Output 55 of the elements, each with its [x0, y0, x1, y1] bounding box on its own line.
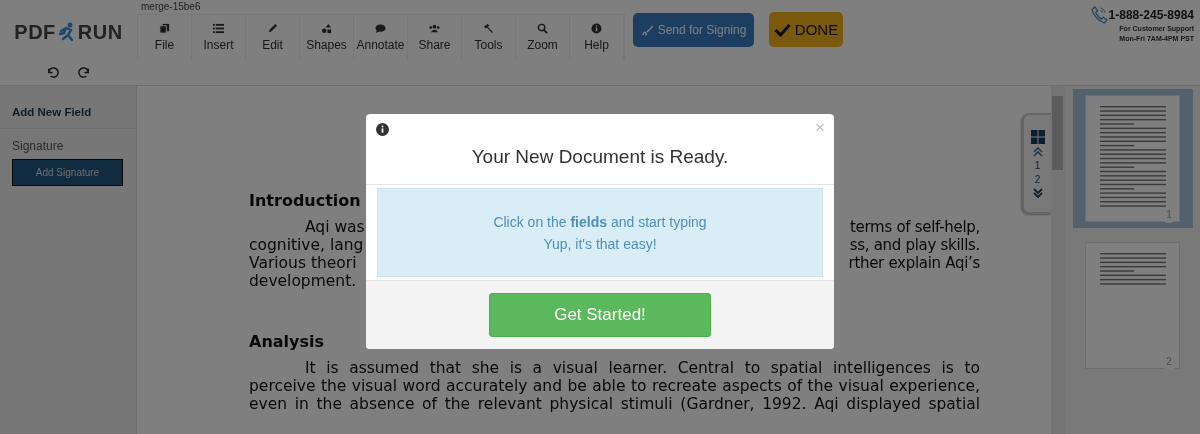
checkmark-icon — [773, 22, 791, 37]
menu-button[interactable]: Tools — [462, 15, 516, 60]
chevron-up-icon[interactable] — [1032, 146, 1043, 157]
paragraph-text: rther explain Aqi’s — [848, 254, 980, 272]
instruction-text: Click on the fields and start typing — [493, 213, 707, 230]
grid-icon[interactable] — [1030, 129, 1045, 144]
paragraph-text: ss, and play skills. — [849, 236, 980, 254]
speech-bubble-icon — [375, 23, 386, 34]
hammer-icon — [483, 23, 494, 34]
phone-number: 1-888-245-8984 — [1108, 7, 1194, 22]
get-started-button[interactable]: Get Started! — [489, 293, 711, 337]
phone-icon — [1090, 5, 1108, 24]
send-for-signing-button[interactable]: Send for Signing — [633, 13, 754, 47]
menu-button[interactable]: Annotate — [354, 15, 408, 60]
paragraph-text: cognitive, lang — [249, 236, 364, 254]
undo-icon[interactable] — [46, 66, 59, 79]
shapes-icon — [321, 23, 332, 34]
instruction-text: Yup, it's that easy! — [543, 235, 657, 252]
paragraph-text: perceive the visual word accurately and be able to recreate aspects of the visual experience, — [249, 377, 980, 395]
menu-button[interactable]: File — [138, 15, 192, 60]
scrollbar[interactable] — [1051, 86, 1065, 434]
menu-button[interactable]: Share — [408, 15, 462, 60]
pencil-icon — [267, 23, 278, 34]
paragraph-text: It is assumed that she is a visual learner. Central to spatial intelligences is to — [304, 359, 980, 377]
logo: PDF RUN — [14, 20, 123, 44]
page-number[interactable]: 1 — [1034, 159, 1041, 171]
people-icon — [429, 23, 440, 34]
section-heading: Analysis — [249, 332, 324, 351]
sidebar-title: Add New Field — [0, 86, 136, 129]
paragraph-text: even in the absence of the relevant physical stimuli (Gardner, 1992. Aqi displayed spatial — [249, 395, 980, 413]
search-icon — [537, 23, 548, 34]
paragraph-text: Various theori — [249, 254, 357, 272]
pen-icon — [640, 23, 655, 37]
menu-button[interactable]: Edit — [246, 15, 300, 60]
text-lines-drawing — [1099, 253, 1166, 285]
info-icon — [376, 123, 389, 136]
file-name: merge-15be6 — [140, 0, 202, 14]
paragraph-text: terms of self-help, — [850, 218, 980, 236]
redo-icon[interactable] — [78, 66, 91, 79]
paragraph-text: Aqi was — [304, 218, 365, 236]
done-button[interactable]: DONE — [769, 12, 843, 47]
modal-title: Your New Document is Ready. — [471, 146, 729, 168]
paragraph-text: development. — [249, 272, 358, 290]
chevron-down-icon[interactable] — [1032, 187, 1043, 198]
menu-button[interactable]: Insert — [192, 15, 246, 60]
menu-button[interactable]: Zoom — [516, 15, 570, 60]
menu-button[interactable]: Help — [570, 15, 624, 60]
info-icon — [591, 23, 602, 34]
page-number[interactable]: 2 — [1034, 173, 1041, 185]
section-heading: Introduction — [249, 191, 361, 210]
copy-icon — [159, 23, 170, 34]
menu-button[interactable]: Shapes — [300, 15, 354, 60]
list-icon — [213, 23, 224, 34]
add-signature-button[interactable]: Add Signature — [12, 159, 123, 186]
section-label: Signature — [11, 138, 65, 155]
